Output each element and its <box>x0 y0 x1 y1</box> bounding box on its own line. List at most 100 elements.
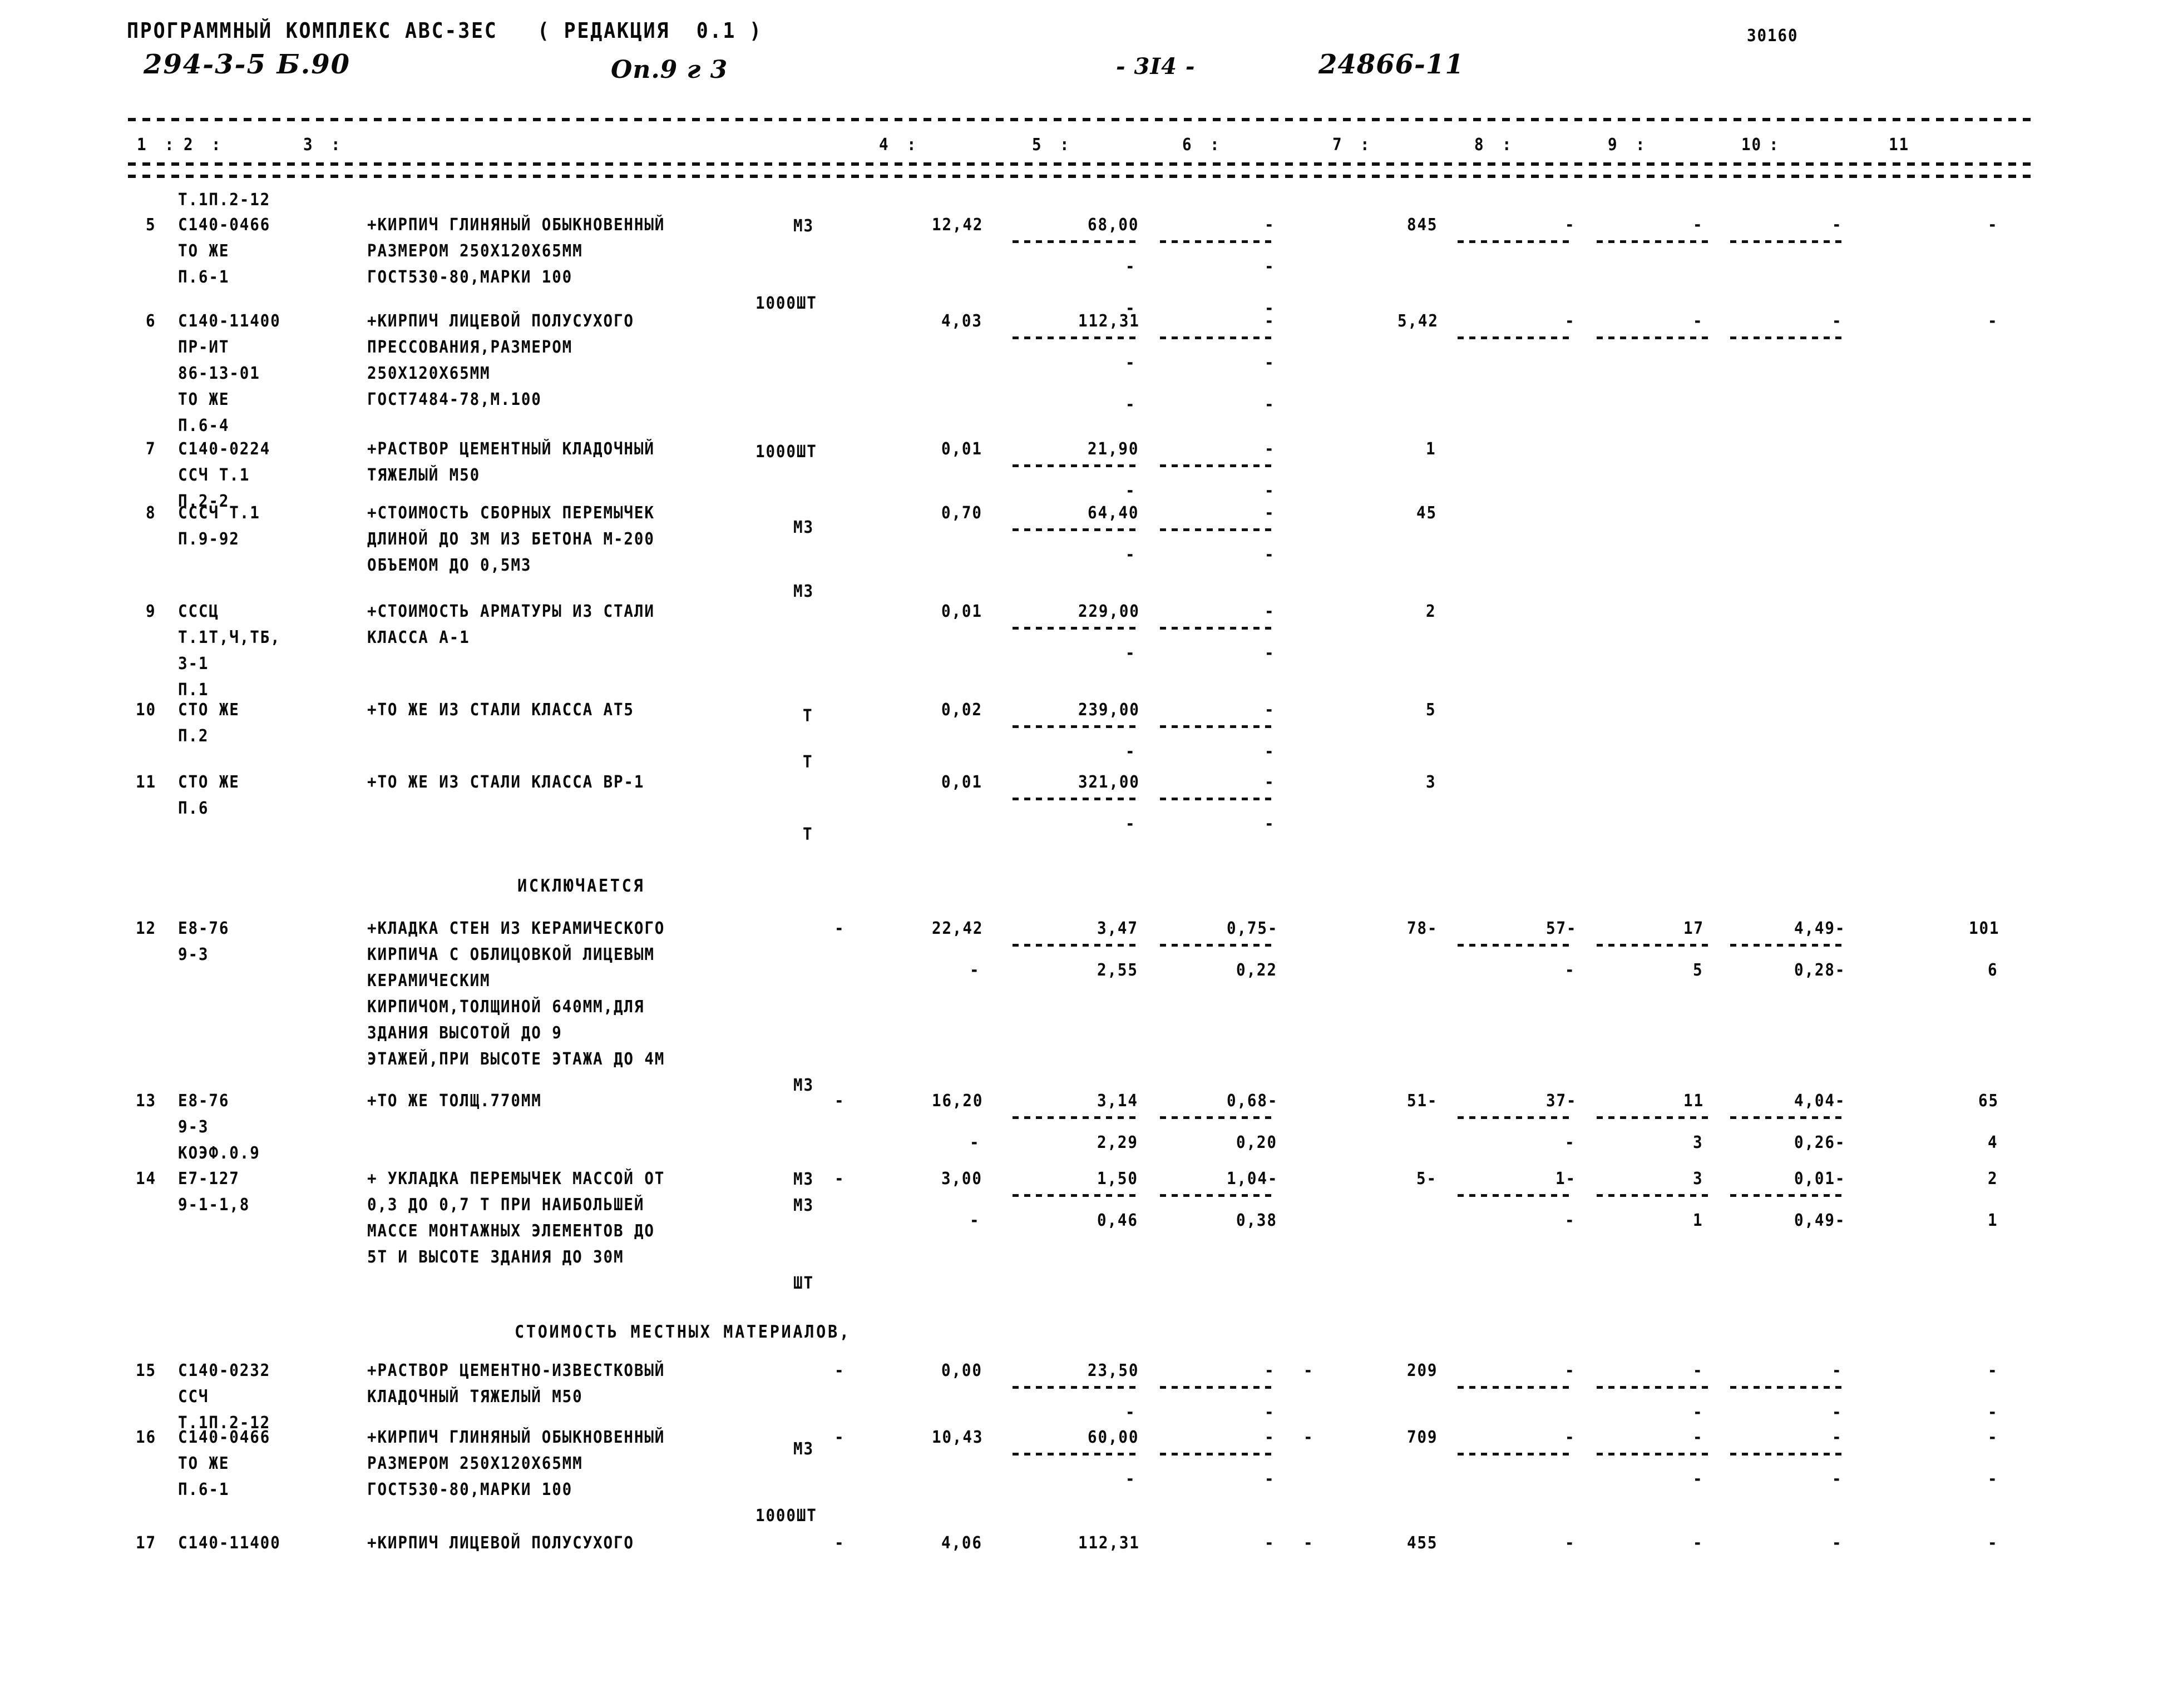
cell-col3-dash: - <box>834 1361 845 1380</box>
cell-c9: 11 <box>1683 1091 1704 1111</box>
row-description-line: ГОСТ7484-78,М.100 <box>367 390 542 409</box>
cell-c11: - <box>1988 1533 1998 1553</box>
cell-c5: - <box>1125 353 1136 373</box>
numeric-underline <box>1013 1194 1140 1197</box>
cell-c4: 22,42 <box>932 919 984 938</box>
numeric-underline <box>1013 240 1140 243</box>
cell-c6: - <box>1265 1469 1275 1489</box>
cell-c11: 4 <box>1988 1133 1998 1152</box>
column-header-separator: : <box>1210 135 1221 155</box>
cell-c9: - <box>1693 1533 1703 1553</box>
numeric-underline <box>1597 944 1708 947</box>
row-description-line: ДЛИНОЙ ДО 3М ИЗ БЕТОНА М-200 <box>367 529 655 549</box>
cell-c6: - <box>1265 773 1275 792</box>
cell-c7: 51- <box>1407 1091 1438 1111</box>
row-index: 11 <box>136 773 156 792</box>
row-index: 5 <box>146 215 156 235</box>
row-description-line: ПРЕССОВАНИЯ,РАЗМЕРОМ <box>367 338 573 357</box>
column-header-7: 7 <box>1332 135 1343 155</box>
cell-c7: 709 <box>1407 1428 1438 1447</box>
cell-c5: - <box>1125 1403 1136 1422</box>
cell-c10: - <box>1832 1428 1843 1447</box>
cell-c6: - <box>1265 395 1275 414</box>
row-description-line: +КЛАДКА СТЕН ИЗ КЕРАМИЧЕСКОГО <box>367 919 665 938</box>
row-description-line: 5Т И ВЫСОТЕ ЗДАНИЯ ДО 30М <box>367 1247 624 1267</box>
cell-c11: - <box>1988 311 1998 331</box>
row-description-line: +КИРПИЧ ЛИЦЕВОЙ ПОЛУСУХОГО <box>367 1533 634 1553</box>
row-code-line: С140-0232 <box>178 1361 271 1380</box>
cell-c6: 0,75- <box>1227 919 1278 938</box>
column-header-separator: : <box>1502 135 1513 155</box>
row-index: 12 <box>136 919 156 938</box>
row-code-line: П.9-92 <box>178 529 240 549</box>
cell-c7: 845 <box>1407 215 1438 235</box>
cell-c10: 0,01- <box>1794 1169 1846 1189</box>
row-description-line: КИРПИЧА С ОБЛИЦОВКОЙ ЛИЦЕВЫМ <box>367 945 655 964</box>
row-description-line: +ТО ЖЕ ИЗ СТАЛИ КЛАССА АТ5 <box>367 700 634 720</box>
numeric-underline <box>1730 240 1847 243</box>
cell-c10: 0,28- <box>1794 961 1846 980</box>
row-description-line: +РАСТВОР ЦЕМЕНТНЫЙ КЛАДОЧНЫЙ <box>367 439 655 459</box>
numeric-underline <box>1730 1386 1847 1389</box>
cell-c10: 4,49- <box>1794 919 1846 938</box>
cell-c5: 3,47 <box>1097 919 1138 938</box>
numeric-underline <box>1013 627 1140 630</box>
column-header-separator: : <box>1769 135 1780 155</box>
cell-c5: - <box>1125 643 1136 663</box>
cell-c9: 3 <box>1693 1133 1703 1152</box>
cell-c4: 0,02 <box>941 700 982 720</box>
numeric-underline <box>1458 1453 1569 1455</box>
document-number: 24866-11 <box>1318 49 1464 80</box>
cell-c9: - <box>1693 1428 1703 1447</box>
row-unit: Т <box>803 752 813 772</box>
row-description-line: ОБЪЕМОМ ДО 0,5М3 <box>367 556 532 575</box>
cell-c6: - <box>1265 311 1275 331</box>
row-code-line: СТО ЖЕ <box>178 700 240 720</box>
row-description-line: + УКЛАДКА ПЕРЕМЫЧЕК МАССОЙ ОТ <box>367 1169 665 1189</box>
cell-c7: 5,42 <box>1397 311 1439 331</box>
row-code-line: ТО ЖЕ <box>178 241 230 261</box>
rule-under-colhdr <box>128 162 2031 166</box>
cell-col3-dash: - <box>834 1091 845 1111</box>
cell-c5: - <box>1125 481 1136 501</box>
row-code-line: С140-0466 <box>178 1428 271 1447</box>
cell-c4: 0,01 <box>941 439 982 459</box>
cell-c10: - <box>1832 311 1843 331</box>
column-header-11: 11 <box>1889 135 1909 155</box>
section-heading-local-materials: СТОИМОСТЬ МЕСТНЫХ МАТЕРИАЛОВ, <box>515 1322 851 1342</box>
cell-c8: - <box>1565 1533 1576 1553</box>
cell-c8: 37- <box>1546 1091 1577 1111</box>
row-code-line: 9-3 <box>178 945 209 964</box>
row-code-line: П.1 <box>178 680 209 700</box>
numeric-underline <box>1730 1116 1847 1119</box>
row-code-line: 9-1-1,8 <box>178 1195 250 1215</box>
cell-c9: 1 <box>1693 1211 1703 1230</box>
row-unit: М3 <box>793 518 814 537</box>
cell-c4: - <box>970 1211 980 1230</box>
cell-c7: 5- <box>1416 1169 1437 1189</box>
numeric-underline <box>1458 240 1569 243</box>
numeric-underline <box>1597 1194 1708 1197</box>
row-description-line: КЛАССА А-1 <box>367 628 470 647</box>
cell-c8: - <box>1565 961 1576 980</box>
cell-c10: - <box>1832 1533 1843 1553</box>
cell-c5: 1,50 <box>1097 1169 1138 1189</box>
cell-col3-dash: - <box>834 1533 845 1553</box>
row-code-line: СССЦ <box>178 602 219 621</box>
cell-c10: - <box>1832 1361 1843 1380</box>
cell-c5: - <box>1125 1469 1136 1489</box>
cell-c11: - <box>1988 215 1998 235</box>
cell-c6: 1,04- <box>1227 1169 1278 1189</box>
cell-c8: - <box>1565 1361 1576 1380</box>
cell-c6: - <box>1265 602 1275 621</box>
numeric-underline <box>1160 1386 1277 1389</box>
cell-c5: - <box>1125 814 1136 834</box>
cell-c7: 2 <box>1426 602 1436 621</box>
cell-c10: 0,49- <box>1794 1211 1846 1230</box>
cell-c6: - <box>1265 1533 1275 1553</box>
numeric-underline <box>1013 464 1140 467</box>
numeric-underline <box>1458 1194 1569 1197</box>
object-label: Оп.9 г 3 <box>611 56 728 84</box>
cell-c7: 455 <box>1407 1533 1438 1553</box>
cell-c8: - <box>1565 311 1576 331</box>
